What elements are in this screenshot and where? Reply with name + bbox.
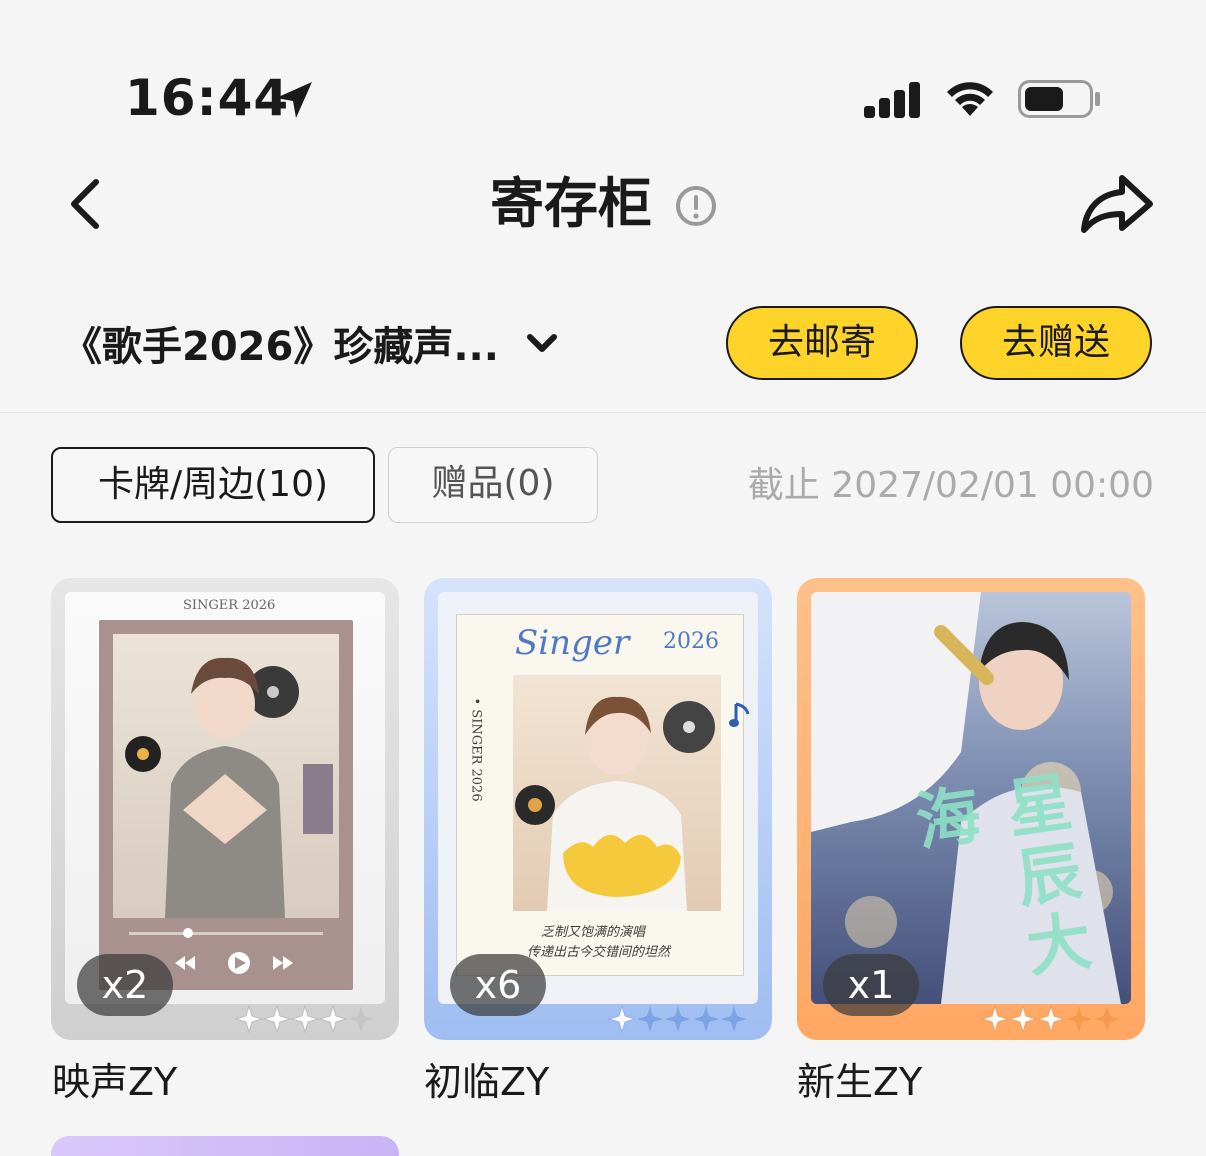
- battery-icon: [1018, 80, 1100, 118]
- card-caption-2: 传递出古今交错间的坦然: [527, 945, 671, 960]
- music-note-icon: [729, 702, 750, 727]
- card-item[interactable]: SINGER 2026 x2: [51, 578, 399, 1040]
- card-header-text: SINGER 2026: [183, 598, 276, 613]
- deadline-text: 截止 2027/02/01 00:00: [747, 465, 1154, 506]
- count-badge: x1: [823, 954, 919, 1016]
- card-header-year: 2026: [663, 629, 719, 654]
- card-name: 初临ZY: [424, 1060, 550, 1104]
- progress-knob: [183, 928, 193, 938]
- card-name: 新生ZY: [797, 1060, 923, 1104]
- tab-gifts[interactable]: 赠品(0): [388, 447, 598, 523]
- player-controls-icon: [175, 952, 293, 974]
- info-icon[interactable]: [674, 184, 718, 228]
- card-name: 映声ZY: [52, 1060, 178, 1104]
- back-button[interactable]: [62, 172, 122, 236]
- photo-frame: Singer 2026 • SINGER 2026 乏制又饱满的演唱 传递出古今…: [456, 614, 744, 976]
- divider: [0, 412, 1206, 413]
- photo-frame: [99, 620, 353, 990]
- cellular-signal-icon: [864, 82, 920, 118]
- location-arrow-icon: [276, 82, 312, 118]
- card-art-text: 星辰大海: [901, 767, 1095, 986]
- page-title: 寄存柜: [490, 172, 652, 235]
- card-art: Singer 2026 • SINGER 2026 乏制又饱满的演唱 传递出古今…: [438, 592, 758, 1004]
- rarity-stars-icon: [981, 1004, 1120, 1034]
- rarity-stars-icon: [235, 1004, 374, 1034]
- status-time: 16:44: [125, 69, 290, 127]
- card-header-singer: Singer: [515, 623, 630, 663]
- rarity-stars-icon: [608, 1004, 747, 1034]
- card-art: SINGER 2026: [65, 592, 385, 1004]
- card-item[interactable]: 星辰大海 x1: [797, 578, 1145, 1040]
- tab-cards-merch[interactable]: 卡牌/周边(10): [51, 447, 375, 523]
- count-badge: x2: [77, 954, 173, 1016]
- portrait-illustration: [125, 657, 333, 918]
- series-label: 《歌手2026》珍藏声...: [62, 324, 499, 370]
- progress-track: [129, 932, 323, 935]
- photo: [113, 634, 339, 918]
- count-badge: x6: [450, 954, 546, 1016]
- card-side-text: • SINGER 2026: [468, 697, 484, 802]
- mail-button[interactable]: 去邮寄: [726, 306, 918, 380]
- photo: [513, 675, 721, 911]
- wifi-icon: [947, 82, 993, 116]
- portrait-illustration: [515, 696, 715, 911]
- card-item-partial[interactable]: [51, 1136, 399, 1156]
- card-art: 星辰大海: [811, 592, 1131, 1004]
- share-button[interactable]: [1076, 168, 1156, 238]
- chevron-down-icon: [526, 334, 557, 352]
- series-selector[interactable]: 《歌手2026》珍藏声...: [62, 312, 559, 374]
- card-item[interactable]: Singer 2026 • SINGER 2026 乏制又饱满的演唱 传递出古今…: [424, 578, 772, 1040]
- gift-button[interactable]: 去赠送: [960, 306, 1152, 380]
- card-caption-1: 乏制又饱满的演唱: [541, 925, 646, 940]
